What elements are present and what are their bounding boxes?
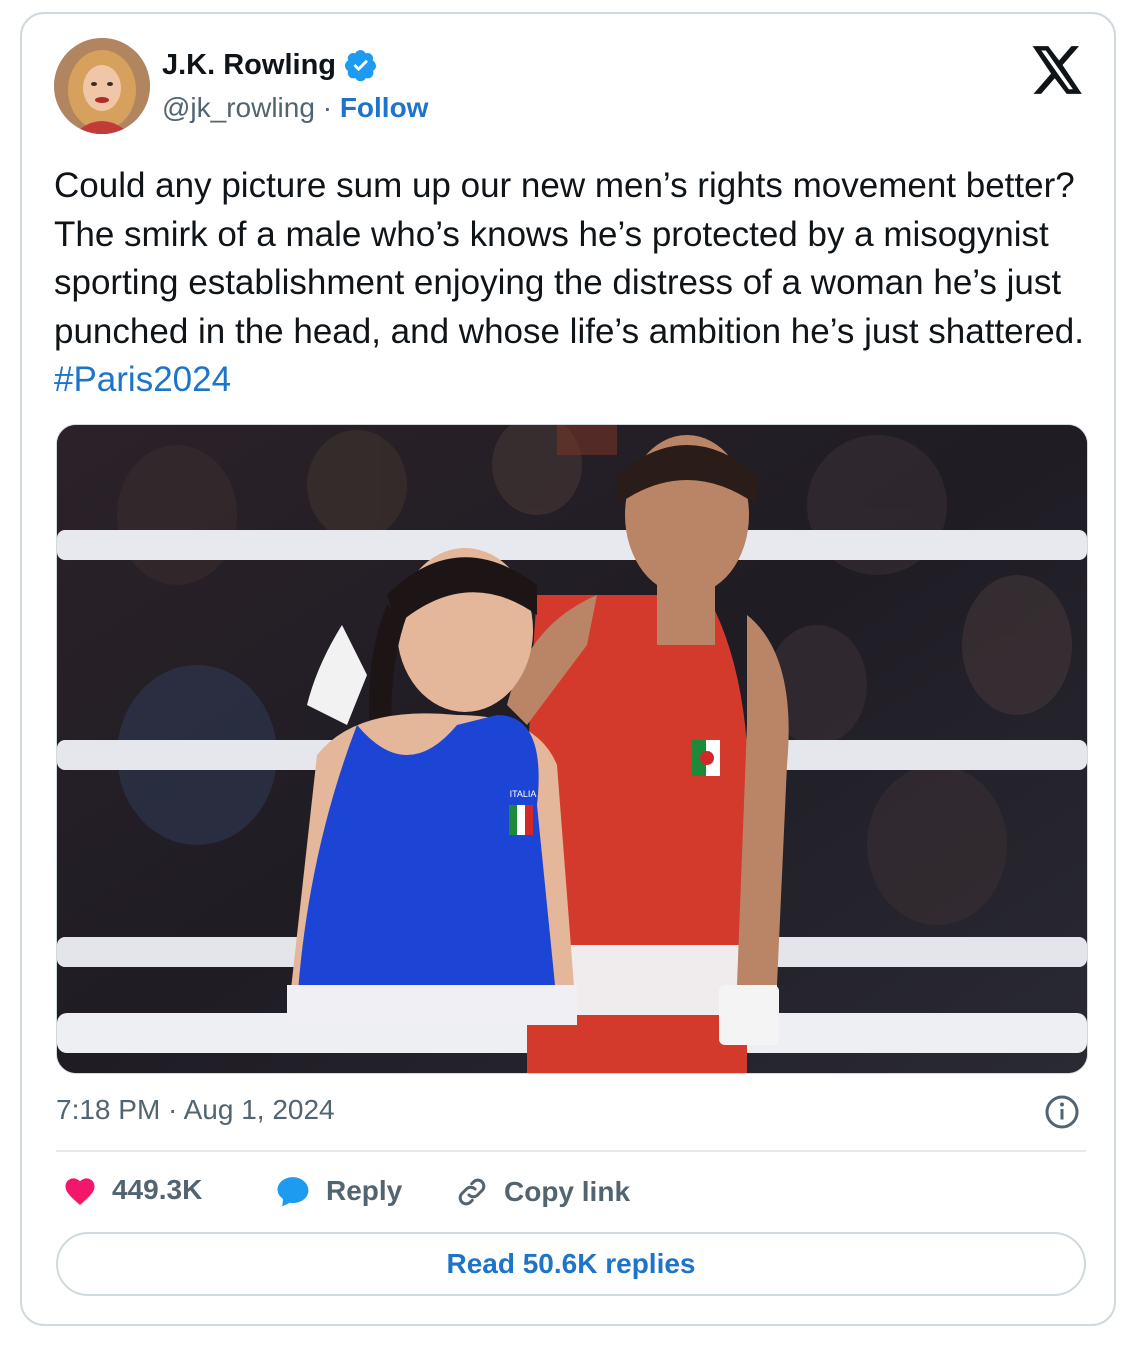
tweet-card: J.K. Rowling @jk_rowling · Follow Could … <box>20 12 1116 1326</box>
reply-bubble-icon <box>277 1177 309 1207</box>
italy-flag-label: ITALIA <box>510 789 537 799</box>
author-name[interactable]: J.K. Rowling <box>162 49 336 82</box>
tweet-text: Could any picture sum up our new men’s r… <box>54 162 1094 405</box>
reply-button[interactable]: Reply <box>274 1174 402 1208</box>
x-logo-icon[interactable] <box>1032 46 1084 94</box>
heart-icon <box>65 1178 95 1206</box>
reply-label: Reply <box>326 1175 403 1206</box>
handle-separator: · <box>322 92 333 123</box>
like-count: 449.3K <box>112 1174 203 1205</box>
hashtag-link[interactable]: #Paris2024 <box>54 360 231 399</box>
author-handle[interactable]: @jk_rowling <box>162 92 315 123</box>
divider <box>56 1150 1086 1152</box>
tweet-timestamp[interactable]: 7:18 PM · Aug 1, 2024 <box>56 1094 335 1126</box>
tweet-photo[interactable]: ITALIA <box>56 424 1088 1074</box>
like-button[interactable]: 449.3K <box>62 1174 202 1206</box>
link-icon <box>458 1178 486 1206</box>
read-replies-button[interactable]: Read 50.6K replies <box>56 1232 1086 1296</box>
info-icon[interactable] <box>1044 1094 1080 1130</box>
verified-badge-icon <box>344 50 377 82</box>
author-handle-row: @jk_rowling · Follow <box>162 92 428 124</box>
copy-link-label: Copy link <box>504 1176 631 1207</box>
tweet-body: Could any picture sum up our new men’s r… <box>54 166 1084 351</box>
author-name-row: J.K. Rowling <box>162 48 378 82</box>
follow-link[interactable]: Follow <box>340 92 429 123</box>
author-avatar[interactable] <box>54 38 150 134</box>
copy-link-button[interactable]: Copy link <box>454 1174 630 1210</box>
